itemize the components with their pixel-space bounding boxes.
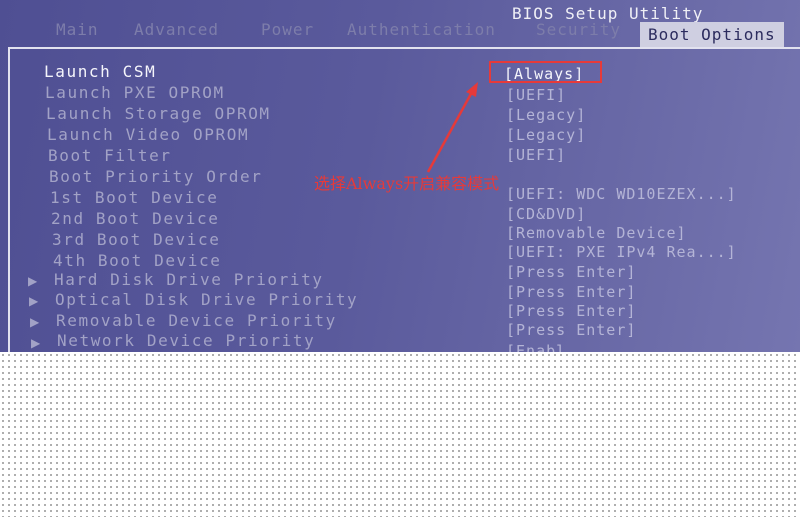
annotation-text: 选择Always开启兼容模式 — [314, 174, 500, 193]
bios-screen: BIOS Setup Utility Main Advanced Power A… — [0, 0, 800, 352]
dotted-background — [0, 352, 800, 517]
